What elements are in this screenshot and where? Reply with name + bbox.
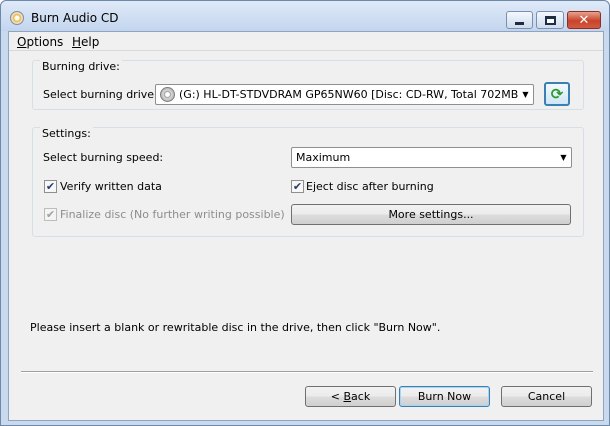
burning-drive-group-label: Burning drive: (40, 60, 122, 73)
burn-now-button[interactable]: Burn Now (399, 386, 490, 407)
checkmark-icon: ✔ (45, 208, 56, 221)
menu-help-label: elp (81, 35, 100, 49)
menu-options[interactable]: Options (17, 35, 63, 49)
checkmark-icon: ✔ (292, 180, 303, 193)
eject-disc-checkbox[interactable]: ✔ (291, 180, 304, 193)
settings-group-label: Settings: (40, 127, 93, 140)
refresh-drives-button[interactable]: ⟳ (544, 82, 570, 106)
disc-app-icon (10, 11, 24, 25)
checkmark-icon: ✔ (45, 180, 56, 193)
more-settings-label: More settings... (388, 208, 474, 221)
menu-help-mnemonic: H (72, 35, 82, 49)
close-button[interactable]: ✕ (567, 11, 601, 29)
burning-speed-select[interactable]: Maximum ▼ (291, 147, 572, 168)
menu-help[interactable]: Help (72, 35, 99, 49)
chevron-down-icon: ▼ (522, 90, 529, 99)
eject-disc-label: Eject disc after burning (306, 180, 434, 193)
minimize-icon (515, 21, 524, 25)
burning-drive-select[interactable]: (G:) HL-DT-STDVDRAM GP65NW60 [Disc: CD-R… (155, 84, 534, 105)
close-icon: ✕ (578, 12, 590, 28)
back-button-prefix: < (330, 390, 344, 403)
menu-bar: Options Help (9, 32, 603, 51)
select-drive-label: Select burning drive: (43, 88, 158, 101)
chevron-down-icon: ▼ (560, 153, 567, 162)
status-message: Please insert a blank or rewritable disc… (30, 321, 441, 334)
burning-drive-value: (G:) HL-DT-STDVDRAM GP65NW60 [Disc: CD-R… (179, 88, 518, 101)
back-button-label: ack (351, 390, 371, 403)
burn-now-label: Burn Now (417, 390, 472, 403)
more-settings-button[interactable]: More settings... (291, 204, 571, 225)
maximize-icon (544, 15, 556, 25)
menu-options-label: ptions (26, 35, 64, 49)
cancel-button[interactable]: Cancel (501, 386, 592, 407)
finalize-disc-checkbox: ✔ (44, 208, 57, 221)
back-button[interactable]: < Back (305, 386, 396, 407)
back-button-mnemonic: B (343, 390, 352, 403)
footer-separator (21, 371, 593, 373)
maximize-button[interactable] (536, 11, 564, 29)
burning-speed-value: Maximum (296, 151, 351, 164)
app-window: Burn Audio CD ✕ Options Help Burning dri… (0, 0, 610, 426)
select-speed-label: Select burning speed: (43, 151, 164, 164)
minimize-button[interactable] (506, 11, 533, 29)
verify-written-data-checkbox[interactable]: ✔ (44, 180, 57, 193)
dialog-client-area: Options Help Burning drive: Select burni… (8, 31, 604, 421)
disc-drive-icon (160, 87, 175, 102)
verify-written-data-label: Verify written data (60, 180, 162, 193)
refresh-icon: ⟳ (550, 85, 564, 103)
window-title: Burn Audio CD (31, 11, 119, 25)
cancel-label: Cancel (527, 390, 566, 403)
title-bar[interactable]: Burn Audio CD ✕ (1, 1, 609, 31)
finalize-disc-label: Finalize disc (No further writing possib… (60, 208, 285, 221)
